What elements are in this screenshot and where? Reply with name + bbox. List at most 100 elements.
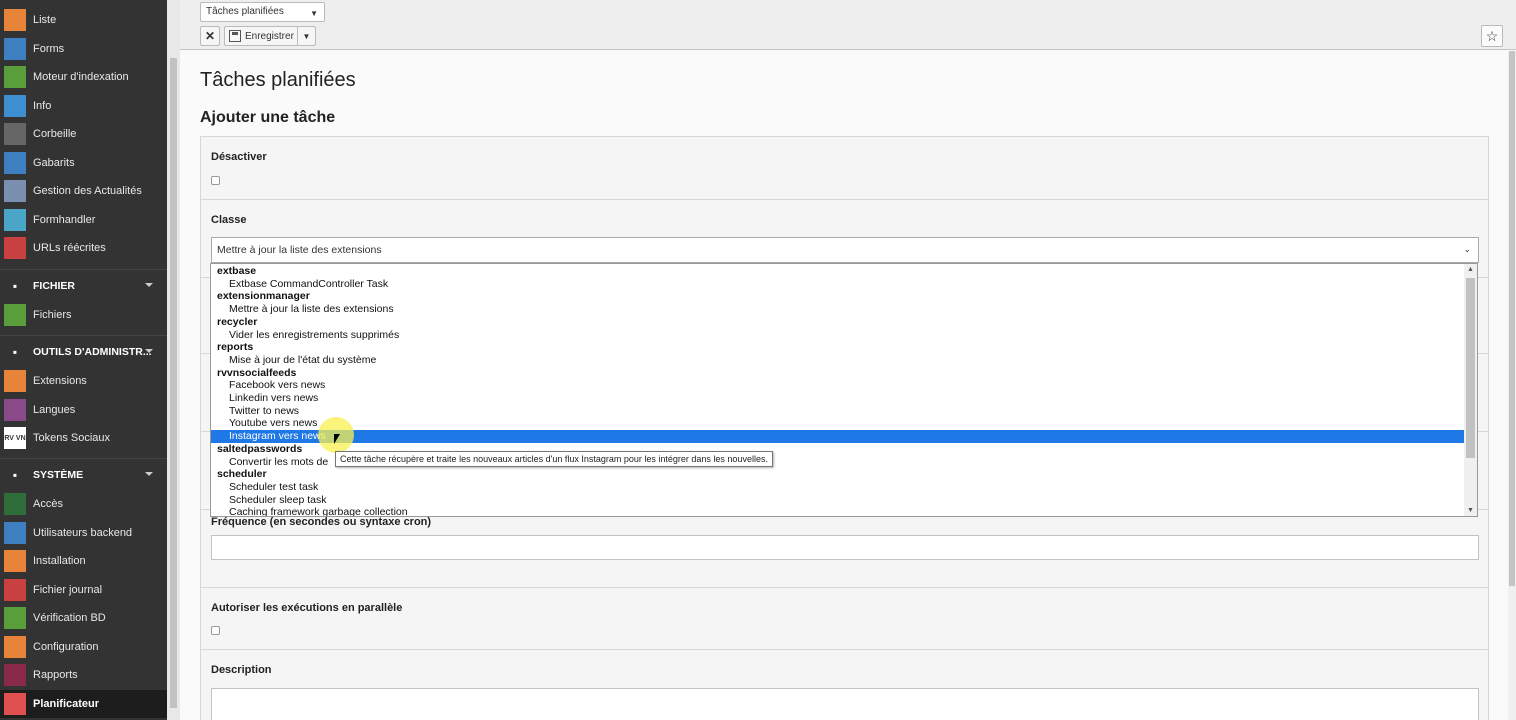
template-icon	[4, 151, 26, 174]
close-button[interactable]: ✕	[200, 26, 220, 46]
sidebar-item-label: Langues	[33, 403, 76, 416]
sidebar-item-moteur-d-indexation[interactable]: Moteur d'indexation	[0, 63, 167, 91]
sidebar-item-label: Installation	[33, 555, 86, 567]
disable-checkbox[interactable]	[211, 176, 220, 185]
class-select[interactable]: Mettre à jour la liste des extensions ⌄	[211, 237, 1479, 263]
scroll-up-icon[interactable]: ▲	[1467, 266, 1474, 273]
description-textarea[interactable]	[211, 688, 1479, 720]
module-menu-select[interactable]: Tâches planifiées ▼	[200, 2, 325, 22]
module-menu-value: Tâches planifiées	[206, 6, 284, 17]
scheduler-icon	[4, 692, 26, 715]
doc-header: Tâches planifiées ▼ ✕ Enregistrer ▼ ☆	[180, 0, 1516, 50]
caret-down-icon	[145, 349, 153, 353]
sidebar-item-rapports[interactable]: Rapports	[0, 661, 167, 689]
dropdown-scrollbar[interactable]: ▲ ▼	[1464, 264, 1477, 516]
sidebar-item-label: Fichiers	[33, 309, 72, 321]
parallel-checkbox[interactable]	[211, 626, 220, 635]
sidebar-item-fichier-journal[interactable]: Fichier journal	[0, 576, 167, 604]
sidebar-item-corbeille[interactable]: Corbeille	[0, 120, 167, 148]
save-dropdown-toggle[interactable]: ▼	[297, 27, 315, 45]
main-scrollbar[interactable]	[1508, 51, 1516, 720]
dropdown-option[interactable]: Scheduler test task	[211, 481, 1464, 494]
sidebar-section-rocket[interactable]: ▪ OUTILS D'ADMINISTR...	[0, 337, 167, 367]
sidebar-item-gestion-des-actualit-s[interactable]: Gestion des Actualités	[0, 177, 167, 205]
dropdown-scroll-thumb[interactable]	[1466, 278, 1475, 458]
rvvn-icon: RV VN	[4, 427, 26, 449]
sidebar-item-label: Extensions	[33, 375, 87, 387]
sidebar-item-langues[interactable]: Langues	[0, 396, 167, 424]
frequency-input[interactable]	[211, 535, 1479, 560]
sidebar-item-acc-s[interactable]: Accès	[0, 490, 167, 518]
dropdown-optgroup: rvvnsocialfeeds	[217, 366, 297, 379]
dropdown-option[interactable]: Youtube vers news	[211, 417, 1464, 430]
sidebar-item-gabarits[interactable]: Gabarits	[0, 149, 167, 177]
disable-label: Désactiver	[211, 151, 267, 163]
sidebar-item-fichiers[interactable]: Fichiers	[0, 301, 167, 329]
dropdown-option[interactable]: Extbase CommandController Task	[211, 278, 1464, 291]
sidebar-section-image[interactable]: ▪ FICHIER	[0, 271, 167, 301]
sidebar-item-label: Planificateur	[33, 697, 100, 710]
sidebar-item-urls-r-crites[interactable]: URLs réécrites	[0, 234, 167, 262]
frequency-label: Fréquence (en secondes ou syntaxe cron)	[211, 516, 432, 528]
sidebar-item-liste[interactable]: Liste	[0, 6, 167, 34]
sidebar-item-label: Info	[33, 99, 52, 112]
sidebar-item-planificateur[interactable]: Planificateur	[0, 689, 167, 718]
option-tooltip: Cette tâche récupère et traite les nouve…	[335, 451, 773, 467]
frequency-field-group: Fréquence (en secondes ou syntaxe cron)	[201, 510, 1488, 588]
sidebar-item-label: Tokens Sociaux	[33, 432, 111, 444]
sidebar-item-label: URLs réécrites	[33, 242, 106, 254]
dropdown-option[interactable]: Twitter to news	[211, 405, 1464, 418]
sidebar-item-installation[interactable]: Installation	[0, 547, 167, 575]
trash-icon	[4, 123, 26, 145]
bookmark-button[interactable]: ☆	[1481, 25, 1503, 47]
dropdown-option[interactable]: Caching framework garbage collection	[211, 506, 1464, 516]
sidebar-item-configuration[interactable]: Configuration	[0, 633, 167, 661]
sidebar-divider	[0, 269, 167, 270]
dropdown-option[interactable]: Instagram vers news	[211, 430, 1464, 443]
dropdown-option[interactable]: Linkedin vers news	[211, 392, 1464, 405]
news-icon	[4, 180, 26, 202]
sidebar-item-label: Fichier journal	[33, 583, 103, 596]
dropdown-optgroup: scheduler	[217, 468, 267, 481]
sidebar-scroll-thumb[interactable]	[170, 58, 177, 708]
sidebar-scrollbar[interactable]	[167, 0, 180, 720]
dropdown-option[interactable]: Facebook vers news	[211, 379, 1464, 392]
dropdown-optgroup: extbase	[217, 265, 257, 277]
dropdown-option[interactable]: Mettre à jour la liste des extensions	[211, 303, 1464, 316]
save-icon	[229, 30, 241, 42]
plug-icon: ▪	[12, 468, 18, 482]
sidebar-item-info[interactable]: Info	[0, 92, 167, 120]
sidebar-item-label: Accès	[33, 498, 63, 510]
reports-icon	[4, 664, 26, 686]
save-button[interactable]: Enregistrer ▼	[224, 26, 316, 46]
sidebar-item-label: Gabarits	[33, 156, 75, 169]
dropdown-option[interactable]: Mise à jour de l'état du système	[211, 354, 1464, 367]
user-icon	[4, 521, 26, 544]
close-icon: ✕	[204, 29, 216, 43]
mouse-cursor-icon	[334, 434, 340, 444]
main-scroll-thumb[interactable]	[1509, 51, 1515, 586]
sidebar-item-formhandler[interactable]: Formhandler	[0, 206, 167, 234]
sidebar-item-forms[interactable]: Forms	[0, 35, 167, 63]
sidebar-item-utilisateurs-backend[interactable]: Utilisateurs backend	[0, 519, 167, 547]
dropdown-option[interactable]: Vider les enregistrements supprimés	[211, 329, 1464, 342]
sidebar-item-v-rification-bd[interactable]: Vérification BD	[0, 604, 167, 632]
globe-icon	[4, 398, 26, 421]
extension-icon	[4, 370, 26, 392]
lock-icon	[4, 493, 26, 515]
sidebar-divider	[0, 335, 167, 336]
sidebar-section-plug[interactable]: ▪ SYSTÈME	[0, 460, 167, 490]
sidebar-item-tokens-sociaux[interactable]: RV VN Tokens Sociaux	[0, 424, 167, 452]
page-title: Tâches planifiées	[200, 69, 356, 91]
rocket-icon: ▪	[12, 345, 18, 359]
sidebar-item-extensions[interactable]: Extensions	[0, 367, 167, 395]
db-check-icon	[4, 607, 26, 629]
sidebar-item-label: Gestion des Actualités	[33, 185, 142, 197]
dropdown-option[interactable]: Scheduler sleep task	[211, 494, 1464, 507]
pill-icon	[4, 237, 26, 259]
dropdown-optgroup: extensionmanager	[217, 290, 310, 303]
scroll-down-icon[interactable]: ▼	[1467, 507, 1474, 514]
caret-down-icon	[145, 472, 153, 476]
class-dropdown-list[interactable]: extbase Extbase CommandController Task ext…	[210, 263, 1478, 517]
sidebar-item-label: Configuration	[33, 640, 99, 653]
